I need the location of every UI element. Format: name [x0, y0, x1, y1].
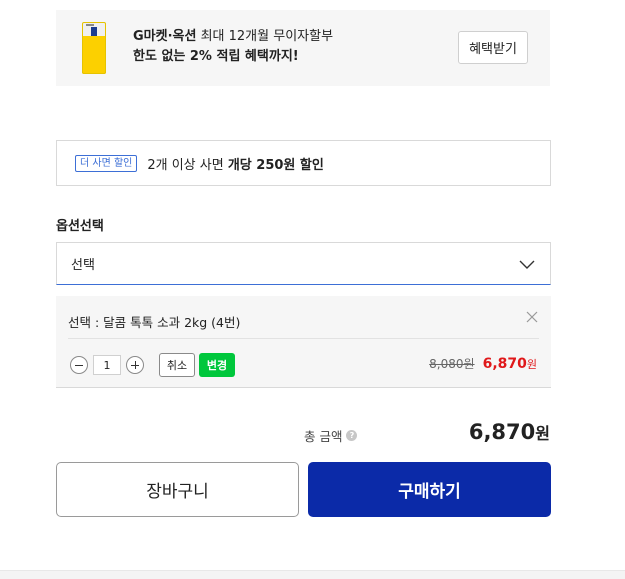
- total-amount-number: 6,870: [468, 420, 536, 444]
- total-label: 총 금액 ?: [304, 426, 358, 445]
- sale-price: 6,870원: [483, 356, 537, 372]
- credit-card-image: [82, 22, 106, 74]
- promo-text: G마켓·옥션 최대 12개월 무이자할부 한도 없는 2% 적립 혜택까지!: [133, 27, 333, 67]
- promo-brand: G마켓·옥션: [133, 29, 197, 44]
- buy-now-button[interactable]: 구매하기: [308, 462, 551, 517]
- bulk-discount-badge: 더 사면 할인: [75, 154, 138, 172]
- total-amount-unit: 원: [535, 424, 550, 443]
- original-price: 8,080원: [429, 357, 475, 371]
- divider: [68, 338, 539, 339]
- total-label-text: 총 금액: [304, 429, 343, 444]
- help-icon[interactable]: ?: [346, 430, 358, 441]
- plus-button[interactable]: [126, 356, 144, 374]
- selected-option-panel: 선택 : 달콤 톡톡 소과 2kg (4번) 1 취소 변경 8,080원 6,…: [56, 296, 551, 388]
- quantity-input[interactable]: 1: [93, 355, 121, 375]
- get-benefit-button[interactable]: 혜택받기: [458, 31, 528, 64]
- option-dropdown-value: 선택: [71, 258, 95, 273]
- promo-line2: 한도 없는 2% 적립 혜택까지!: [133, 49, 299, 64]
- bulk-discount-text-strong: 개당 250원 할인: [227, 157, 324, 173]
- option-dropdown[interactable]: 선택: [56, 242, 551, 285]
- bulk-discount-box: 더 사면 할인 2개 이상 사면 개당 250원 할인: [56, 140, 551, 186]
- option-select-label: 옵션선택: [56, 219, 104, 234]
- promo-line1-rest: 최대 12개월 무이자할부: [196, 29, 334, 44]
- quantity-stepper: 1: [70, 355, 144, 375]
- minus-button[interactable]: [70, 356, 88, 374]
- cancel-button[interactable]: 취소: [159, 353, 195, 377]
- chevron-down-icon: [519, 260, 535, 269]
- sale-price-unit: 원: [526, 358, 537, 371]
- footer-divider: [0, 570, 625, 579]
- bulk-discount-text-prefix: 2개 이상 사면: [147, 157, 224, 173]
- selected-option-name: 선택 : 달콤 톡톡 소과 2kg (4번): [68, 315, 241, 330]
- change-button[interactable]: 변경: [199, 353, 235, 377]
- total-amount: 6,870원: [469, 420, 550, 444]
- card-promo-banner: G마켓·옥션 최대 12개월 무이자할부 한도 없는 2% 적립 혜택까지! 혜…: [56, 10, 550, 86]
- price-group: 8,080원 6,870원: [429, 355, 537, 372]
- add-to-cart-button[interactable]: 장바구니: [56, 462, 299, 517]
- promo-line1: G마켓·옥션 최대 12개월 무이자할부: [133, 27, 333, 47]
- sale-price-number: 6,870: [482, 356, 527, 372]
- close-icon[interactable]: [525, 310, 539, 324]
